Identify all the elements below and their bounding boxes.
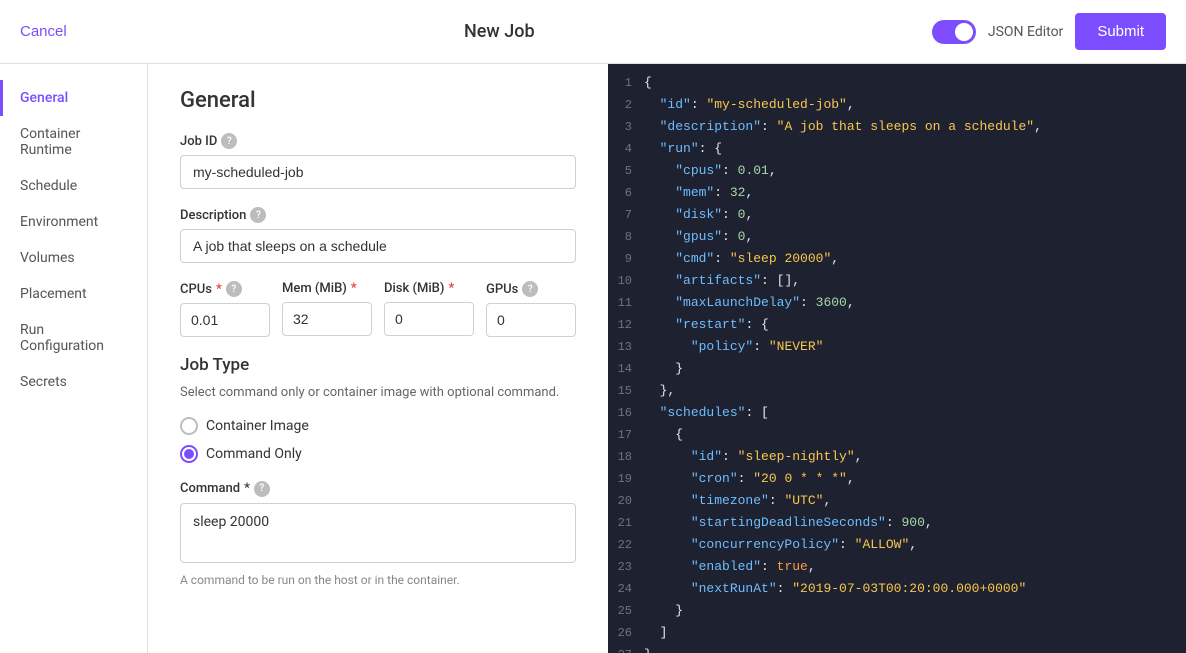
json-line: 3 "description": "A job that sleeps on a…: [608, 116, 1186, 138]
page-title: New Job: [464, 21, 535, 42]
json-editor-toggle[interactable]: [932, 20, 976, 44]
job-id-input[interactable]: [180, 155, 576, 189]
job-id-help-icon[interactable]: ?: [221, 133, 237, 149]
description-group: Description ?: [180, 207, 576, 263]
json-line: 22 "concurrencyPolicy": "ALLOW",: [608, 534, 1186, 556]
json-line: 26 ]: [608, 622, 1186, 644]
submit-button[interactable]: Submit: [1075, 13, 1166, 50]
command-input[interactable]: sleep 20000: [180, 503, 576, 563]
json-line: 19 "cron": "20 0 * * *",: [608, 468, 1186, 490]
sidebar-item-general[interactable]: General: [0, 80, 147, 116]
resource-fields: CPUs * ? Mem (MiB) * Disk (MiB) *: [180, 281, 576, 337]
job-type-title: Job Type: [180, 355, 576, 375]
json-line: 20 "timezone": "UTC",: [608, 490, 1186, 512]
sidebar: General Container Runtime Schedule Envir…: [0, 64, 148, 653]
json-line: 23 "enabled": true,: [608, 556, 1186, 578]
cancel-button[interactable]: Cancel: [20, 23, 67, 40]
mem-label: Mem (MiB) *: [282, 281, 372, 296]
radio-circle-container: [180, 417, 198, 435]
disk-group: Disk (MiB) *: [384, 281, 474, 337]
job-type-description: Select command only or container image w…: [180, 383, 576, 403]
job-id-group: Job ID ?: [180, 133, 576, 189]
disk-input[interactable]: [384, 302, 474, 336]
radio-container-image[interactable]: Container Image: [180, 417, 576, 435]
cpus-help-icon[interactable]: ?: [226, 281, 242, 297]
sidebar-item-secrets[interactable]: Secrets: [0, 364, 147, 400]
main-layout: General Container Runtime Schedule Envir…: [0, 64, 1186, 653]
header: Cancel New Job JSON Editor Submit: [0, 0, 1186, 64]
cpus-input[interactable]: [180, 303, 270, 337]
command-label: Command * ?: [180, 481, 576, 497]
json-line: 17 {: [608, 424, 1186, 446]
radio-command-only[interactable]: Command Only: [180, 445, 576, 463]
mem-input[interactable]: [282, 302, 372, 336]
form-section-title: General: [180, 88, 576, 113]
description-input[interactable]: [180, 229, 576, 263]
sidebar-item-environment[interactable]: Environment: [0, 204, 147, 240]
json-line: 12 "restart": {: [608, 314, 1186, 336]
json-line: 27}: [608, 644, 1186, 653]
sidebar-item-volumes[interactable]: Volumes: [0, 240, 147, 276]
job-id-label: Job ID ?: [180, 133, 576, 149]
mem-group: Mem (MiB) *: [282, 281, 372, 337]
description-help-icon[interactable]: ?: [250, 207, 266, 223]
radio-label-command: Command Only: [206, 446, 302, 462]
sidebar-item-schedule[interactable]: Schedule: [0, 168, 147, 204]
json-line: 18 "id": "sleep-nightly",: [608, 446, 1186, 468]
description-label: Description ?: [180, 207, 576, 223]
json-lines: 1{ 2 "id": "my-scheduled-job", 3 "descri…: [608, 64, 1186, 653]
header-actions: JSON Editor Submit: [932, 13, 1166, 50]
sidebar-item-container-runtime[interactable]: Container Runtime: [0, 116, 147, 168]
json-line: 8 "gpus": 0,: [608, 226, 1186, 248]
json-editor-panel: 1{ 2 "id": "my-scheduled-job", 3 "descri…: [608, 64, 1186, 653]
json-line: 2 "id": "my-scheduled-job",: [608, 94, 1186, 116]
radio-label-container: Container Image: [206, 418, 309, 434]
command-group: Command * ? sleep 20000 A command to be …: [180, 481, 576, 587]
json-line: 21 "startingDeadlineSeconds": 900,: [608, 512, 1186, 534]
command-hint: A command to be run on the host or in th…: [180, 573, 576, 587]
sidebar-item-run-configuration[interactable]: Run Configuration: [0, 312, 147, 364]
json-line: 14 }: [608, 358, 1186, 380]
cpus-group: CPUs * ?: [180, 281, 270, 337]
json-line: 5 "cpus": 0.01,: [608, 160, 1186, 182]
json-line: 10 "artifacts": [],: [608, 270, 1186, 292]
job-type-radio-group: Container Image Command Only: [180, 417, 576, 463]
json-line: 15 },: [608, 380, 1186, 402]
json-line: 11 "maxLaunchDelay": 3600,: [608, 292, 1186, 314]
gpus-help-icon[interactable]: ?: [522, 281, 538, 297]
cpus-label: CPUs * ?: [180, 281, 270, 297]
json-line: 7 "disk": 0,: [608, 204, 1186, 226]
json-line: 25 }: [608, 600, 1186, 622]
form-area: General Job ID ? Description ? CPUs *: [148, 64, 608, 653]
json-line: 16 "schedules": [: [608, 402, 1186, 424]
json-editor-label: JSON Editor: [988, 24, 1063, 40]
radio-circle-command: [180, 445, 198, 463]
radio-dot-command: [184, 449, 194, 459]
command-help-icon[interactable]: ?: [254, 481, 270, 497]
gpus-label: GPUs ?: [486, 281, 576, 297]
json-line: 24 "nextRunAt": "2019-07-03T00:20:00.000…: [608, 578, 1186, 600]
json-line: 4 "run": {: [608, 138, 1186, 160]
sidebar-item-placement[interactable]: Placement: [0, 276, 147, 312]
json-line: 6 "mem": 32,: [608, 182, 1186, 204]
json-line: 9 "cmd": "sleep 20000",: [608, 248, 1186, 270]
disk-label: Disk (MiB) *: [384, 281, 474, 296]
json-line: 1{: [608, 72, 1186, 94]
gpus-group: GPUs ?: [486, 281, 576, 337]
json-line: 13 "policy": "NEVER": [608, 336, 1186, 358]
gpus-input[interactable]: [486, 303, 576, 337]
